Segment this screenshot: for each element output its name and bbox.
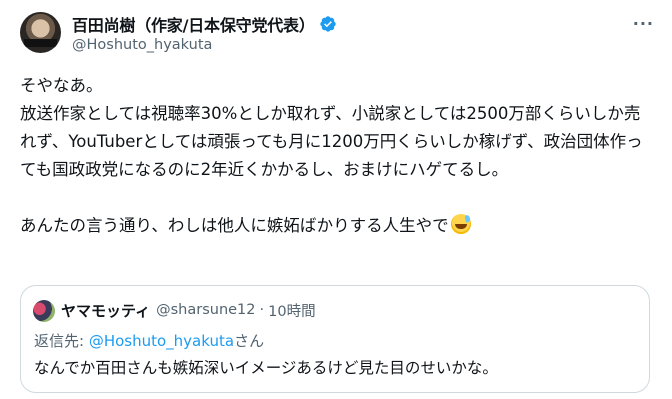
author-display-name[interactable]: 百田尚樹（作家/日本保守党代表） [72,12,315,36]
grinning-sweat-emoji-icon [450,214,471,234]
reply-suffix: さん [234,332,265,350]
quoted-display-name: ヤマモッティ [61,301,151,320]
tweet-text: そやなあ。 放送作家としては視聴率30%としか取れず、小説家としては2500万部… [20,72,650,240]
author-handle[interactable]: @Hoshuto_hyakuta [72,37,212,53]
quoted-author-avatar[interactable] [33,300,55,322]
quoted-tweet[interactable]: ヤマモッティ @sharsune12 · 10時間 返信先: @Hoshuto_… [20,285,650,393]
quoted-handle: @sharsune12 [156,302,256,318]
author-name-row: 百田尚樹（作家/日本保守党代表） [72,13,337,35]
separator-dot: · [259,302,265,318]
quoted-timestamp: 10時間 [268,303,316,320]
verified-badge-icon [319,16,336,32]
tweet-text-content: そやなあ。 放送作家としては視聴率30%としか取れず、小説家としては2500万部… [20,76,643,235]
reply-mention-link[interactable]: @Hoshuto_hyakuta [89,332,234,350]
quoted-text: なんでか百田さんも嫉妬深いイメージあるけど見た目のせいかな。 [34,359,498,377]
reply-to-line: 返信先: @Hoshuto_hyakutaさん [34,330,264,351]
more-options-icon[interactable]: ··· [633,14,654,33]
reply-prefix: 返信先: [34,332,89,350]
quoted-header: ヤマモッティ @sharsune12 · 10時間 [61,298,316,322]
author-avatar[interactable] [20,12,61,53]
